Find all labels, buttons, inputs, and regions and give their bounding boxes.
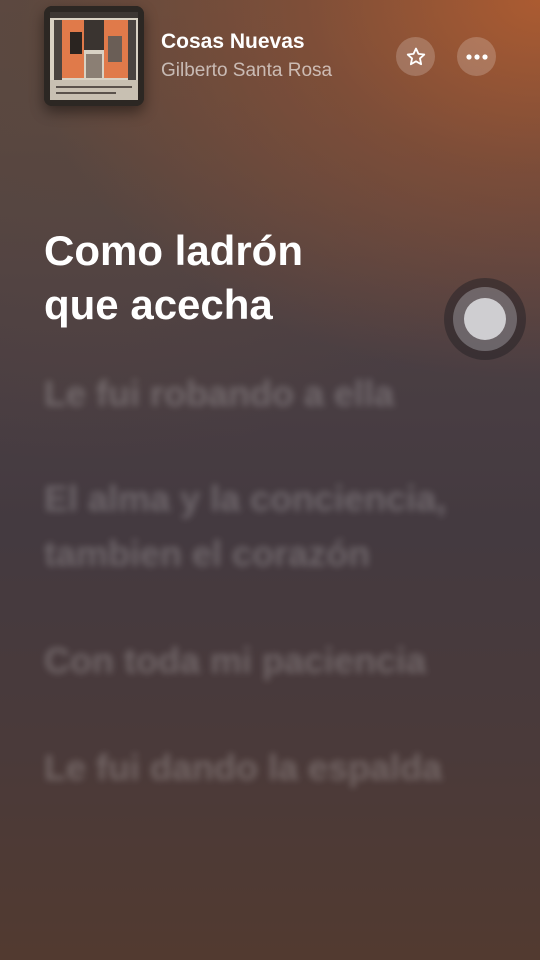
track-artist[interactable]: Gilberto Santa Rosa xyxy=(161,60,332,82)
lyric-line[interactable]: Le fui robando a ella xyxy=(44,366,504,421)
lyric-line[interactable]: Le fui dando la espalda xyxy=(44,740,504,795)
assistive-touch-button[interactable] xyxy=(444,278,526,360)
active-lyric-text-1: Como ladrón xyxy=(44,227,303,274)
lyrics-panel[interactable]: Como ladrón que acecha Le fui robando a … xyxy=(44,224,504,847)
star-icon xyxy=(406,47,425,65)
lyric-line[interactable]: El alma y la conciencia, tambien el cora… xyxy=(44,471,504,581)
assistive-touch-core xyxy=(464,298,506,340)
album-art[interactable] xyxy=(44,6,144,106)
track-title[interactable]: Cosas Nuevas xyxy=(161,30,305,54)
more-options-button[interactable] xyxy=(457,37,496,76)
assistive-touch-ring xyxy=(453,287,517,351)
active-lyric-line[interactable]: Como ladrón que acecha xyxy=(44,224,504,332)
active-lyric-text-2: que acecha xyxy=(44,281,273,328)
ellipsis-icon xyxy=(465,53,488,60)
lyric-line[interactable]: Con toda mi paciencia xyxy=(44,633,504,688)
album-cover-artwork xyxy=(44,6,144,106)
now-playing-header: Cosas Nuevas Gilberto Santa Rosa xyxy=(0,0,540,110)
favorite-button[interactable] xyxy=(396,37,435,76)
